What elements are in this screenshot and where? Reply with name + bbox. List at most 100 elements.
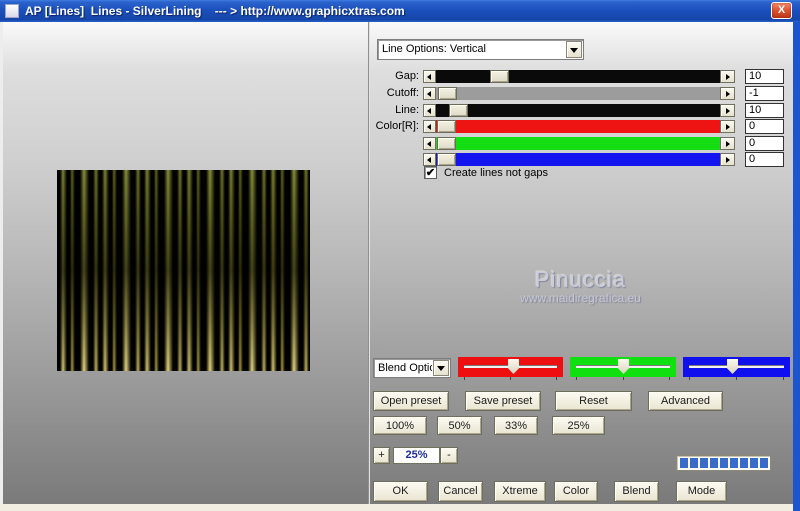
zoom-100-button[interactable]: 100% — [373, 416, 427, 435]
zoom-level-field[interactable]: 25% — [393, 447, 440, 464]
slider-label: Cutoff: — [386, 87, 419, 99]
slider-right-arrow[interactable] — [720, 104, 735, 117]
tick-mark — [623, 377, 624, 380]
slider-row-cutoff: Cutoff: -1 — [303, 86, 784, 101]
progress-segment — [720, 458, 728, 468]
progress-segment — [740, 458, 748, 468]
ok-button[interactable]: OK — [373, 481, 428, 502]
slider-value-field[interactable]: 0 — [745, 136, 784, 151]
tick-mark — [464, 377, 465, 380]
slider-right-arrow[interactable] — [720, 120, 735, 133]
dialog-body: Line Options: Vertical Gap: 10 Cutoff: -… — [3, 22, 793, 504]
blend-slider-blue[interactable] — [683, 357, 790, 380]
slider-label — [303, 153, 419, 166]
open-preset-button[interactable]: Open preset — [373, 391, 449, 411]
slider-track[interactable] — [436, 87, 720, 100]
zoom-decrease-button[interactable]: - — [440, 447, 458, 464]
slider-left-arrow[interactable] — [423, 137, 436, 150]
slider-label: Gap: — [395, 70, 419, 82]
slider-left-arrow[interactable] — [423, 153, 436, 166]
slider-left-arrow[interactable] — [423, 70, 436, 83]
slider-thumb[interactable] — [449, 104, 468, 117]
slider-thumb[interactable] — [437, 120, 456, 133]
slider-value-field[interactable]: 0 — [745, 119, 784, 134]
zoom-50-button[interactable]: 50% — [437, 416, 482, 435]
blend-options-value: Blend Optio — [378, 362, 432, 374]
slider-right-arrow[interactable] — [720, 70, 735, 83]
slider-left-arrow[interactable] — [423, 87, 436, 100]
zoom-increase-button[interactable]: + — [373, 447, 390, 464]
tick-mark — [783, 377, 784, 380]
titlebar[interactable]: AP [Lines] Lines - SilverLining --- > ht… — [0, 0, 800, 22]
window-title: AP [Lines] Lines - SilverLining --- > ht… — [25, 4, 405, 18]
arrow-left-icon — [427, 124, 431, 130]
color-button[interactable]: Color — [554, 481, 598, 502]
blend-options-dropdown[interactable]: Blend Optio — [373, 358, 451, 378]
tick-mark — [576, 377, 577, 380]
line-options-dropdown[interactable]: Line Options: Vertical — [377, 39, 584, 60]
progress-segment — [680, 458, 688, 468]
xtreme-button[interactable]: Xtreme — [494, 481, 546, 502]
progress-segment — [690, 458, 698, 468]
blend-slider-thumb[interactable] — [618, 359, 629, 374]
dropdown-button[interactable] — [433, 360, 449, 376]
tick-mark — [669, 377, 670, 380]
slider-left-arrow[interactable] — [423, 120, 436, 133]
arrow-right-icon — [726, 74, 730, 80]
slider-thumb[interactable] — [437, 137, 456, 150]
arrow-right-icon — [726, 124, 730, 130]
blend-slider-thumb[interactable] — [727, 359, 738, 374]
slider-right-arrow[interactable] — [720, 87, 735, 100]
blend-button[interactable]: Blend — [614, 481, 659, 502]
tick-mark — [689, 377, 690, 380]
slider-row-line: Line: 10 — [303, 103, 784, 118]
blend-slider-green[interactable] — [570, 357, 676, 380]
close-button[interactable]: X — [771, 2, 792, 19]
slider-value-field[interactable]: -1 — [745, 86, 784, 101]
slider-row-color-g: 0 — [303, 136, 784, 151]
slider-value-field[interactable]: 10 — [745, 103, 784, 118]
slider-right-arrow[interactable] — [720, 137, 735, 150]
dropdown-button[interactable] — [566, 41, 582, 58]
reset-button[interactable]: Reset — [555, 391, 632, 411]
slider-label: Line: — [395, 104, 419, 116]
slider-label — [303, 137, 419, 150]
window-border-right — [793, 22, 800, 511]
progress-segment — [730, 458, 738, 468]
slider-track[interactable] — [436, 70, 720, 83]
tick-mark — [556, 377, 557, 380]
arrow-right-icon — [726, 141, 730, 147]
tick-mark — [510, 377, 511, 380]
slider-row-gap: Gap: 10 — [303, 69, 784, 84]
zoom-25-button[interactable]: 25% — [552, 416, 605, 435]
blend-slider-red[interactable] — [458, 357, 563, 380]
slider-track[interactable] — [436, 120, 720, 133]
advanced-button[interactable]: Advanced — [648, 391, 723, 411]
slider-track[interactable] — [436, 104, 720, 117]
save-preset-button[interactable]: Save preset — [465, 391, 541, 411]
progress-segment — [700, 458, 708, 468]
progress-segment — [760, 458, 768, 468]
slider-thumb[interactable] — [437, 153, 456, 166]
create-lines-checkbox[interactable]: ✔ — [424, 166, 437, 179]
plugin-window: AP [Lines] Lines - SilverLining --- > ht… — [0, 0, 800, 511]
slider-label: Color[R]: — [375, 120, 419, 132]
slider-left-arrow[interactable] — [423, 104, 436, 117]
mode-button[interactable]: Mode — [676, 481, 727, 502]
slider-track[interactable] — [436, 153, 720, 166]
slider-thumb[interactable] — [438, 87, 457, 100]
slider-track[interactable] — [436, 137, 720, 150]
line-options-value: Line Options: Vertical — [382, 43, 486, 55]
slider-right-arrow[interactable] — [720, 153, 735, 166]
arrow-right-icon — [726, 157, 730, 163]
slider-value-field[interactable]: 0 — [745, 152, 784, 167]
cancel-button[interactable]: Cancel — [438, 481, 483, 502]
watermark-name: Pinuccia — [534, 267, 627, 292]
arrow-left-icon — [427, 141, 431, 147]
slider-value-field[interactable]: 10 — [745, 69, 784, 84]
watermark-url: www.maidiregrafica.eu — [520, 291, 641, 305]
chevron-down-icon — [437, 366, 445, 371]
blend-slider-thumb[interactable] — [508, 359, 519, 374]
zoom-33-button[interactable]: 33% — [494, 416, 538, 435]
slider-thumb[interactable] — [490, 70, 509, 83]
